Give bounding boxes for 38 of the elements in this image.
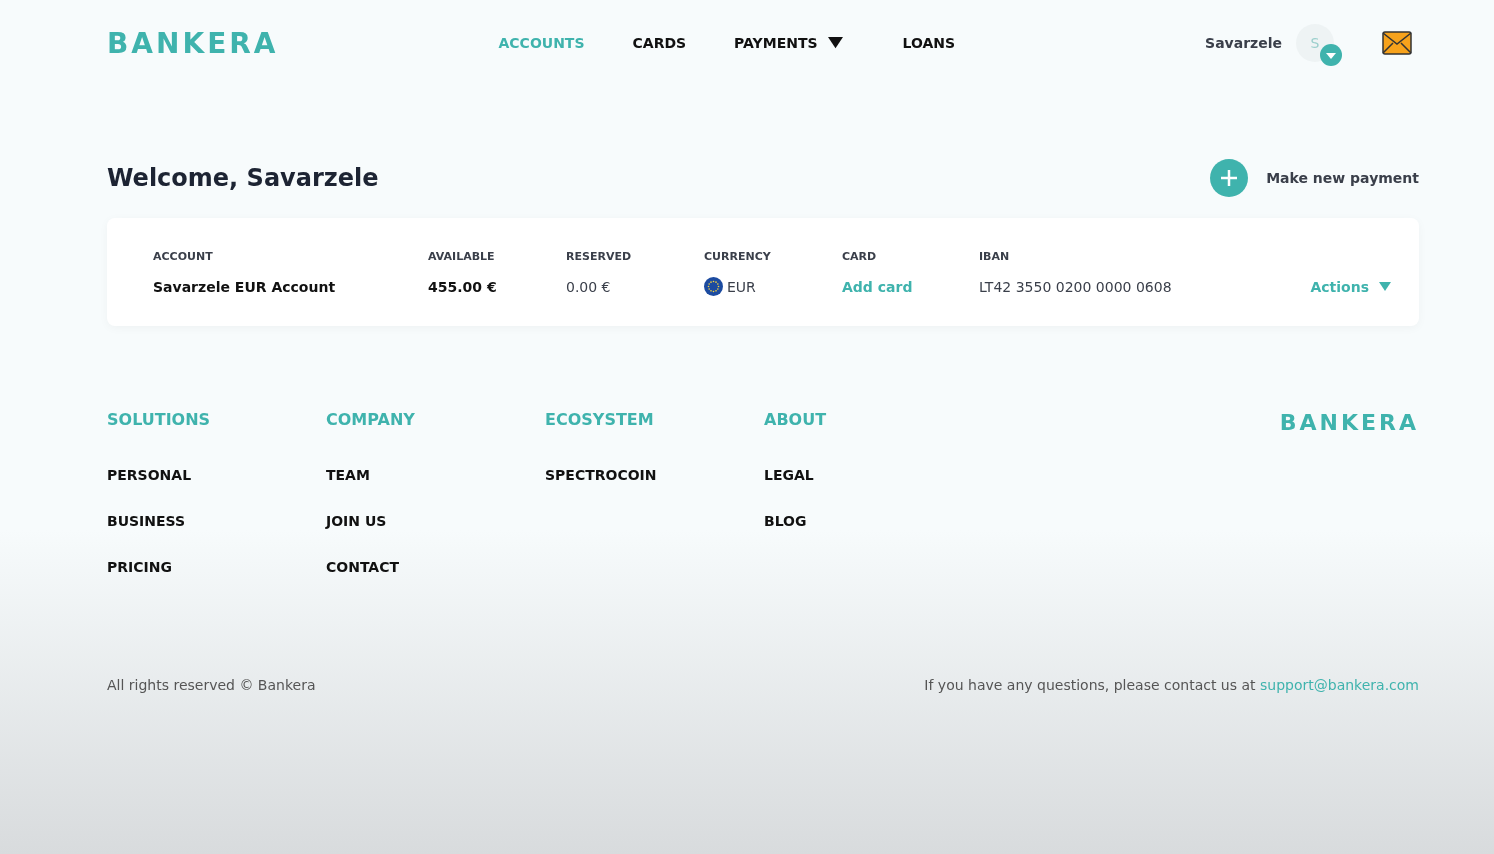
reserved-amount: 0.00 € <box>566 278 612 295</box>
footer-link[interactable]: BLOG <box>764 513 983 529</box>
currency-code: EUR <box>727 278 756 295</box>
footer-link[interactable]: LEGAL <box>764 467 983 483</box>
column-header: AVAILABLE <box>428 250 496 263</box>
footer-heading: SOLUTIONS <box>107 410 212 429</box>
user-name[interactable]: Savarzele <box>1205 35 1282 51</box>
mail-icon[interactable] <box>1382 31 1412 55</box>
copyright-text: All rights reserved © Bankera <box>107 677 316 693</box>
account-name: Savarzele EUR Account <box>153 278 337 295</box>
plus-icon <box>1210 159 1249 197</box>
column-header: ACCOUNT <box>153 250 214 263</box>
footer-link[interactable]: PERSONAL <box>107 467 326 483</box>
footer-link[interactable]: PRICING <box>107 559 326 575</box>
welcome-title: Welcome, Savarzele <box>107 164 379 192</box>
caret-icon <box>1379 282 1391 291</box>
footer-link[interactable]: CONTACT <box>326 559 545 575</box>
dropdown-icon <box>1320 44 1342 66</box>
column-header: CARD <box>842 250 878 263</box>
eu-flag-icon <box>704 277 723 296</box>
nav-link[interactable]: PAYMENTS <box>734 35 843 51</box>
column-header: CURRENCY <box>704 250 772 263</box>
contact-text: If you have any questions, please contact us at support@bankera.com <box>924 677 1419 693</box>
footer-link[interactable]: JOIN US <box>326 513 545 529</box>
available-amount: 455.00 € <box>428 278 498 295</box>
column-header: RESERVED <box>566 250 633 263</box>
footer-heading: COMPANY <box>326 410 416 429</box>
footer-heading: ECOSYSTEM <box>545 410 655 429</box>
nav-link[interactable]: LOANS <box>902 35 956 51</box>
iban: LT42 3550 0200 0000 0608 <box>979 278 1173 295</box>
caret-icon <box>827 37 843 49</box>
make-payment-button[interactable]: Make new payment <box>1210 159 1419 197</box>
nav-link[interactable]: CARDS <box>632 35 687 51</box>
footer-link[interactable]: SPECTROCOIN <box>545 467 764 483</box>
footer-link[interactable]: BUSINESS <box>107 513 326 529</box>
column-header: IBAN <box>979 250 1011 263</box>
footer-link[interactable]: TEAM <box>326 467 545 483</box>
footer-heading: ABOUT <box>764 410 828 429</box>
